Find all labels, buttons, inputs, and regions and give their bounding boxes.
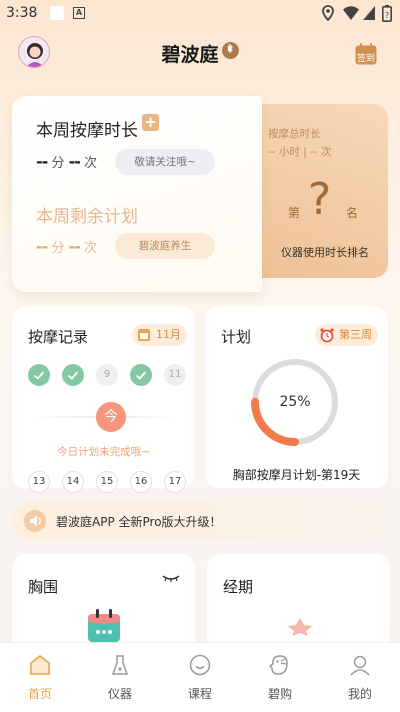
tab-home[interactable]: 首页: [0, 643, 80, 712]
plan-minutes-unit: 分: [51, 241, 65, 256]
record-day[interactable]: 17: [164, 471, 186, 493]
bust-title: 胸围: [28, 578, 59, 596]
svg-text:?: ?: [385, 11, 389, 20]
week-tag-label: 第三周: [339, 328, 372, 341]
weekly-stats: -- 分 -- 次: [36, 152, 97, 171]
tab-profile[interactable]: 我的: [320, 643, 400, 712]
weekly-title: 本周按摩时长: [36, 121, 138, 141]
month-tag-label: 11月: [156, 328, 181, 341]
record-dot[interactable]: [62, 364, 84, 386]
page-title: 碧波庭: [0, 40, 400, 67]
check-icon: [33, 371, 45, 380]
speaker-icon: [24, 510, 46, 532]
tab-course[interactable]: 课程: [160, 643, 240, 712]
signin-button[interactable]: 签到: [354, 42, 378, 66]
shop-icon: [268, 655, 288, 675]
care-pill[interactable]: 碧波庭养生: [115, 233, 215, 259]
plan-card[interactable]: 计划 第三周 25% 胸部按摩月计划-第19天: [205, 306, 388, 488]
home-icon: [30, 654, 50, 675]
calendar-tag-icon: [138, 329, 150, 341]
bust-card[interactable]: 胸围: [12, 554, 195, 654]
record-day[interactable]: 14: [62, 471, 84, 493]
tab-device[interactable]: 仪器: [80, 643, 160, 712]
weekly-minutes-unit: 分: [51, 156, 65, 171]
location-icon: [322, 5, 334, 21]
page-title-text: 碧波庭: [161, 44, 219, 66]
tab-profile-label: 我的: [347, 687, 372, 701]
plan-count-unit: 次: [84, 241, 98, 256]
today-note: 今日计划未完成哦~: [57, 446, 150, 458]
remaining-plan-title: 本周剩余计划: [36, 207, 138, 227]
plan-count: --: [68, 237, 81, 256]
add-plus-button[interactable]: +: [142, 114, 159, 131]
pending-pill[interactable]: 敬请关注哦~: [115, 149, 215, 175]
plan-minutes: --: [36, 237, 48, 256]
weekly-massage-card[interactable]: 本周按摩时长 + -- 分 -- 次 敬请关注哦~ 本周剩余计划 -- 分 --…: [12, 96, 262, 292]
period-title: 经期: [223, 578, 254, 596]
status-bar: 3:38 A ?: [0, 0, 400, 28]
progress-text: 25%: [279, 394, 311, 410]
month-tag[interactable]: 11月: [132, 324, 187, 346]
tab-shop[interactable]: 碧购: [240, 643, 320, 712]
alarm-clock-icon: [320, 328, 334, 343]
record-dot[interactable]: [130, 364, 152, 386]
bottom-tab-bar: 首页 仪器 课程 碧购 我的: [0, 642, 400, 712]
tab-course-label: 课程: [187, 687, 212, 701]
today-button[interactable]: 今: [96, 402, 126, 432]
weekly-minutes: --: [36, 152, 48, 171]
plan-caption: 胸部按摩月计划-第19天: [232, 468, 361, 482]
tab-home-label: 首页: [27, 687, 52, 701]
device-icon: [111, 655, 129, 675]
record-dot[interactable]: 9: [96, 364, 118, 386]
upgrade-banner[interactable]: 碧波庭APP 全新Pro版大升级！: [12, 502, 388, 540]
flower-illustration-icon: [288, 618, 312, 636]
period-card[interactable]: 经期: [207, 554, 390, 654]
rank-caption: 仪器使用时长排名: [281, 246, 369, 259]
rank-value: ?: [308, 174, 332, 225]
rank-prefix: 第: [288, 206, 301, 220]
record-day[interactable]: 13: [28, 471, 50, 493]
massage-record-card[interactable]: 按摩记录 11月 9 11 今 今日计划未完成哦~ 13 14 15 16 17: [12, 306, 195, 493]
record-dot[interactable]: [28, 364, 50, 386]
rank-value-line: -- 小时 | -- 次: [268, 146, 332, 158]
weekly-count-unit: 次: [84, 156, 98, 171]
plan-title: 计划: [221, 328, 252, 346]
banner-text: 碧波庭APP 全新Pro版大升级！: [56, 515, 222, 529]
eye-closed-icon: [162, 575, 180, 582]
course-icon: [189, 654, 211, 676]
calendar-illustration-icon: [88, 609, 120, 642]
wifi-icon: [343, 6, 359, 20]
letter-a-icon: A: [73, 7, 85, 19]
battery-icon: ?: [382, 5, 392, 22]
record-dots: 9 11: [28, 364, 188, 386]
signin-label: 签到: [356, 54, 375, 64]
remaining-plan-stats: -- 分 -- 次: [36, 237, 97, 256]
rank-suffix: 名: [346, 206, 359, 220]
record-day[interactable]: 16: [130, 471, 152, 493]
check-icon: [135, 371, 147, 380]
record-days: 13 14 15 16 17: [28, 471, 188, 493]
signal-icon: [363, 6, 375, 20]
rank-label: 按摩总时长: [268, 128, 321, 140]
tab-device-label: 仪器: [107, 687, 132, 701]
record-title: 按摩记录: [28, 328, 89, 346]
check-icon: [67, 371, 79, 380]
status-time: 3:38: [6, 5, 38, 21]
record-dot[interactable]: 11: [164, 364, 186, 386]
app-header: 碧波庭 签到: [0, 30, 400, 78]
rank-card[interactable]: 按摩总时长 -- 小时 | -- 次 ? 第 名 仪器使用时长排名: [262, 104, 388, 278]
weekly-count: --: [68, 152, 81, 171]
tab-shop-label: 碧购: [267, 687, 292, 701]
week-tag[interactable]: 第三周: [315, 324, 378, 346]
record-day[interactable]: 15: [96, 471, 118, 493]
profile-icon: [350, 655, 370, 676]
notification-icon: [50, 6, 64, 20]
brand-badge-icon: [222, 42, 239, 59]
